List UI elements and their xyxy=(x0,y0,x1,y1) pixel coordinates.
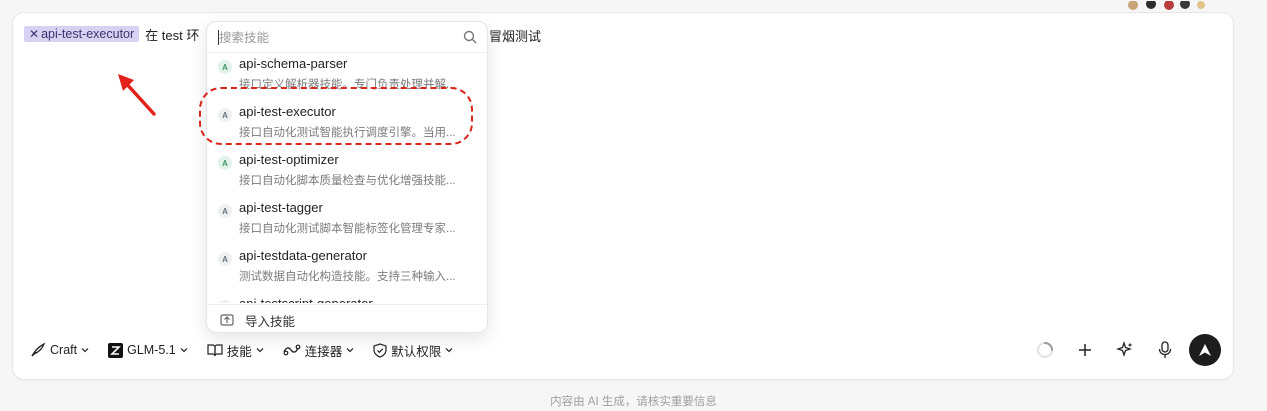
search-icon[interactable] xyxy=(463,30,477,44)
skill-name: api-testdata-generator xyxy=(239,248,367,263)
craft-mode-selector[interactable]: Craft xyxy=(30,342,90,358)
spinner-icon xyxy=(1037,342,1053,358)
skill-item[interactable]: A api-testdata-generator 测试数据自动化构造技能。支持三… xyxy=(207,245,487,293)
chat-composer[interactable] xyxy=(12,12,1234,380)
quill-icon xyxy=(31,342,46,357)
book-icon xyxy=(207,344,223,357)
skill-desc: 测试数据自动化构造技能。支持三种输入... xyxy=(239,271,456,283)
skill-picker-dropdown: A api-schema-parser 接口定义解析器技能。专门负责处理并解..… xyxy=(206,21,488,333)
import-skill-button[interactable]: 导入技能 xyxy=(207,304,487,332)
permissions-label: 默认权限 xyxy=(391,344,442,359)
skill-desc: 接口自动化测试脚本智能标签化管理专家... xyxy=(239,223,456,235)
skill-item[interactable]: A api-test-tagger 接口自动化测试脚本智能标签化管理专家... xyxy=(207,197,487,245)
microphone-icon xyxy=(1158,341,1172,358)
skills-label: 技能 xyxy=(226,344,252,359)
chevron-down-icon xyxy=(180,348,188,353)
skill-badge-icon: A xyxy=(218,156,232,170)
zhipu-logo-icon xyxy=(108,342,124,358)
connectors-label: 连接器 xyxy=(304,344,343,359)
skill-name: api-testscript-generator xyxy=(239,296,373,303)
skill-item[interactable]: A api-testscript-generator xyxy=(207,293,487,303)
annotation-arrow-icon xyxy=(118,74,156,116)
skill-badge-icon: A xyxy=(218,60,232,74)
send-arrow-icon xyxy=(1199,344,1211,356)
import-skill-label: 导入技能 xyxy=(245,315,296,329)
chevron-down-icon xyxy=(81,348,89,353)
prompt-input[interactable]: ✕ api-test-executor 在 test 环 xyxy=(24,25,199,43)
skill-chip-label: api-test-executor xyxy=(41,27,135,41)
skill-desc: 接口自动化脚本质量检查与优化增强技能... xyxy=(239,175,456,187)
model-label: GLM-5.1 xyxy=(127,343,176,357)
skill-search-input[interactable] xyxy=(217,28,451,48)
skill-badge-icon: A xyxy=(218,300,232,303)
permissions-selector[interactable]: 默认权限 xyxy=(373,341,454,360)
annotation-highlight xyxy=(199,87,473,145)
craft-label: Craft xyxy=(50,343,78,357)
plus-icon xyxy=(1079,344,1091,356)
skill-badge-icon: A xyxy=(218,252,232,266)
chevron-down-icon xyxy=(256,348,264,353)
prompt-text: 在 test 环 xyxy=(145,27,200,43)
loading-spinner xyxy=(1029,334,1061,366)
skill-badge-icon: A xyxy=(218,204,232,218)
import-icon xyxy=(220,314,234,326)
skills-selector[interactable]: 技能 xyxy=(207,341,265,360)
ai-enhance-button[interactable] xyxy=(1109,334,1141,366)
prompt-text-tail: 冒烟测试 xyxy=(489,29,542,44)
chevron-down-icon xyxy=(445,348,453,353)
avatar-strip xyxy=(1115,0,1210,12)
send-button[interactable] xyxy=(1189,334,1221,366)
chevron-down-icon xyxy=(346,348,354,353)
ai-disclaimer: 内容由 AI 生成，请核实重要信息 xyxy=(550,396,717,408)
connectors-selector[interactable]: 连接器 xyxy=(283,341,356,360)
voice-input-button[interactable] xyxy=(1149,334,1181,366)
connector-icon xyxy=(283,344,301,356)
skill-search-row xyxy=(207,22,487,53)
chip-close-icon[interactable]: ✕ xyxy=(29,27,39,41)
skill-name: api-test-tagger xyxy=(239,200,323,215)
sparkle-icon xyxy=(1116,341,1133,358)
skill-item[interactable]: A api-test-optimizer 接口自动化脚本质量检查与优化增强技能.… xyxy=(207,149,487,197)
skill-chip[interactable]: ✕ api-test-executor xyxy=(24,26,140,42)
composer-actions xyxy=(1021,334,1221,366)
composer-toolbar: Craft GLM-5.1 技能 连接器 默认权限 xyxy=(30,340,472,360)
shield-check-icon xyxy=(373,342,387,358)
add-attachment-button[interactable] xyxy=(1069,334,1101,366)
model-selector[interactable]: GLM-5.1 xyxy=(108,342,189,358)
skill-name: api-schema-parser xyxy=(239,56,348,71)
skill-name: api-test-optimizer xyxy=(239,152,339,167)
